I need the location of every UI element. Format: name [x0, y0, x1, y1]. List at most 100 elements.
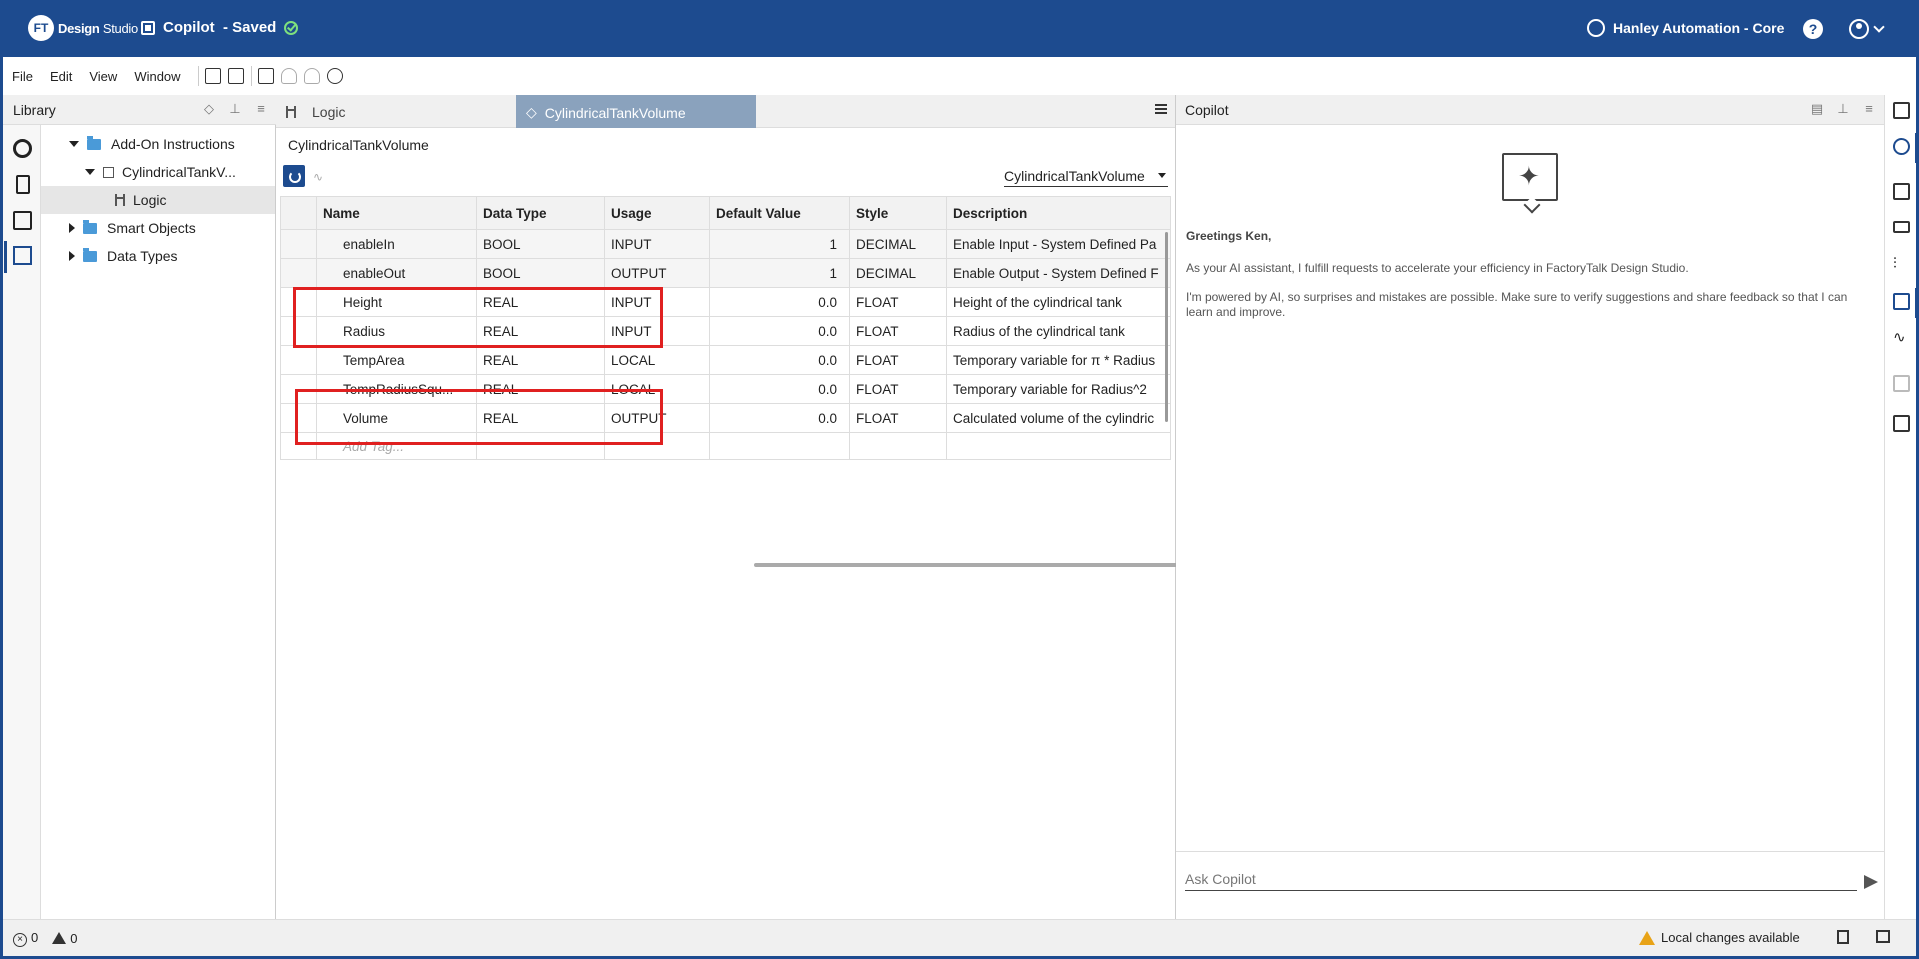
new-document-icon[interactable]: [204, 68, 221, 84]
controller-icon[interactable]: [16, 175, 30, 194]
navigator-icon[interactable]: [1893, 138, 1910, 155]
cell-description[interactable]: Radius of the cylindrical tank: [946, 316, 1171, 346]
cell-description[interactable]: Enable Output - System Defined F: [946, 258, 1171, 288]
copilot-icon[interactable]: [1893, 293, 1910, 310]
cell-default-value[interactable]: 0.0: [709, 403, 850, 433]
table-row[interactable]: TempArea REAL LOCAL 0.0 FLOAT Temporary varia…: [280, 345, 1171, 375]
tree-item-data-types[interactable]: Data Types: [41, 242, 275, 270]
notifications-icon[interactable]: [1837, 930, 1849, 944]
cell-name[interactable]: enableOut: [316, 258, 477, 288]
help-icon[interactable]: ?: [1803, 19, 1823, 39]
menu-icon[interactable]: ≡: [1862, 102, 1876, 116]
cell-data-type[interactable]: REAL: [476, 345, 605, 375]
open-document-icon[interactable]: [227, 68, 244, 84]
cell-default-value[interactable]: 0.0: [709, 287, 850, 317]
properties-panel-icon[interactable]: [1893, 183, 1910, 200]
panel-layout-icon[interactable]: [1893, 102, 1910, 119]
pin-icon[interactable]: ⊥: [228, 102, 242, 116]
refresh-button[interactable]: [283, 165, 305, 187]
scope-select[interactable]: CylindricalTankVolume: [1004, 165, 1168, 187]
table-row[interactable]: enableOut BOOL OUTPUT 1 DECIMAL Enable Output…: [280, 258, 1171, 288]
cell-default-value[interactable]: 1: [709, 258, 850, 288]
highlight-box-output: [295, 389, 663, 445]
user-menu[interactable]: [1849, 19, 1885, 39]
cell-description[interactable]: Temporary variable for π * Radius: [946, 345, 1171, 375]
cell-default-value[interactable]: 1: [709, 229, 850, 259]
cell-name[interactable]: enableIn: [316, 229, 477, 259]
column-header-description[interactable]: Description: [946, 196, 1171, 230]
horizontal-scrollbar[interactable]: [754, 563, 1186, 567]
menu-edit[interactable]: Edit: [50, 69, 72, 84]
cell-usage[interactable]: OUTPUT: [604, 258, 710, 288]
navigator-icon[interactable]: [13, 139, 32, 158]
tag-icon[interactable]: ◇: [202, 102, 216, 116]
table-row[interactable]: enableIn BOOL INPUT 1 DECIMAL Enable Input - …: [280, 229, 1171, 259]
cloud-upload-icon[interactable]: [280, 68, 297, 84]
caret-right-icon[interactable]: [69, 223, 75, 233]
cell-style[interactable]: DECIMAL: [849, 258, 947, 288]
cloud-download-icon[interactable]: [303, 68, 320, 84]
cell-description[interactable]: Calculated volume of the cylindric: [946, 403, 1171, 433]
row-handle[interactable]: [280, 229, 317, 259]
caret-right-icon[interactable]: [69, 251, 75, 261]
toolbox-icon[interactable]: [1893, 221, 1910, 233]
copilot-sparkle-icon: [1502, 153, 1558, 201]
history-icon[interactable]: [326, 68, 343, 84]
warning-count[interactable]: 0: [52, 931, 77, 946]
cell-style[interactable]: FLOAT: [849, 374, 947, 404]
cell-description[interactable]: Height of the cylindrical tank: [946, 287, 1171, 317]
cell-name[interactable]: TempArea: [316, 345, 477, 375]
row-handle[interactable]: [280, 345, 317, 375]
vertical-scrollbar[interactable]: [1165, 232, 1168, 422]
menu-file[interactable]: File: [12, 69, 33, 84]
import-icon[interactable]: [257, 68, 274, 84]
tree-item-cylindrical-tank[interactable]: CylindricalTankV...: [41, 158, 275, 186]
menu-window[interactable]: Window: [134, 69, 180, 84]
tree-item-logic[interactable]: Logic: [41, 186, 275, 214]
cell-usage[interactable]: INPUT: [604, 229, 710, 259]
library-icon[interactable]: [13, 246, 32, 265]
caret-down-icon[interactable]: [85, 169, 95, 175]
cell-data-type[interactable]: BOOL: [476, 258, 605, 288]
cell-style[interactable]: DECIMAL: [849, 229, 947, 259]
send-icon[interactable]: [1864, 875, 1878, 889]
error-count[interactable]: × 0: [13, 930, 38, 947]
column-header-name[interactable]: Name: [316, 196, 477, 230]
caret-down-icon[interactable]: [69, 141, 79, 147]
ask-copilot-input[interactable]: Ask Copilot: [1185, 869, 1857, 891]
local-changes-indicator[interactable]: Local changes available: [1639, 930, 1800, 945]
column-header-usage[interactable]: Usage: [604, 196, 710, 230]
pin-icon[interactable]: ⊥: [1836, 102, 1850, 116]
sliders-icon[interactable]: ⫶: [1893, 256, 1910, 273]
output-panel-icon[interactable]: [1893, 375, 1910, 392]
layout-toggle-icon[interactable]: [1876, 930, 1890, 943]
menu-view[interactable]: View: [89, 69, 117, 84]
tabs-menu-icon[interactable]: [1155, 104, 1167, 114]
cell-style[interactable]: FLOAT: [849, 287, 947, 317]
menu-icon[interactable]: ≡: [254, 102, 268, 116]
tab-cylindrical-tank-volume[interactable]: ◇ CylindricalTankVolume: [516, 95, 756, 128]
row-handle[interactable]: [280, 258, 317, 288]
column-header-style[interactable]: Style: [849, 196, 947, 230]
settings-panel-icon[interactable]: [13, 211, 32, 230]
cell-style[interactable]: FLOAT: [849, 403, 947, 433]
column-header-default-value[interactable]: Default Value: [709, 196, 850, 230]
cell-usage[interactable]: LOCAL: [604, 345, 710, 375]
tab-logic[interactable]: Logic: [276, 95, 516, 128]
clear-history-icon[interactable]: ▤: [1810, 102, 1824, 116]
cell-default-value[interactable]: 0.0: [709, 374, 850, 404]
monitor-icon[interactable]: ∿: [313, 170, 323, 184]
cell-style[interactable]: FLOAT: [849, 345, 947, 375]
org-switcher[interactable]: Hanley Automation - Core: [1587, 19, 1784, 37]
trend-icon[interactable]: ∿: [1893, 330, 1910, 347]
cell-default-value[interactable]: 0.0: [709, 316, 850, 346]
tree-item-add-on-instructions[interactable]: Add-On Instructions: [41, 130, 275, 158]
cell-default-value[interactable]: 0.0: [709, 345, 850, 375]
terminal-icon[interactable]: [1893, 415, 1910, 432]
cell-description[interactable]: Temporary variable for Radius^2: [946, 374, 1171, 404]
cell-data-type[interactable]: BOOL: [476, 229, 605, 259]
tree-item-smart-objects[interactable]: Smart Objects: [41, 214, 275, 242]
cell-style[interactable]: FLOAT: [849, 316, 947, 346]
column-header-data-type[interactable]: Data Type: [476, 196, 605, 230]
cell-description[interactable]: Enable Input - System Defined Pa: [946, 229, 1171, 259]
